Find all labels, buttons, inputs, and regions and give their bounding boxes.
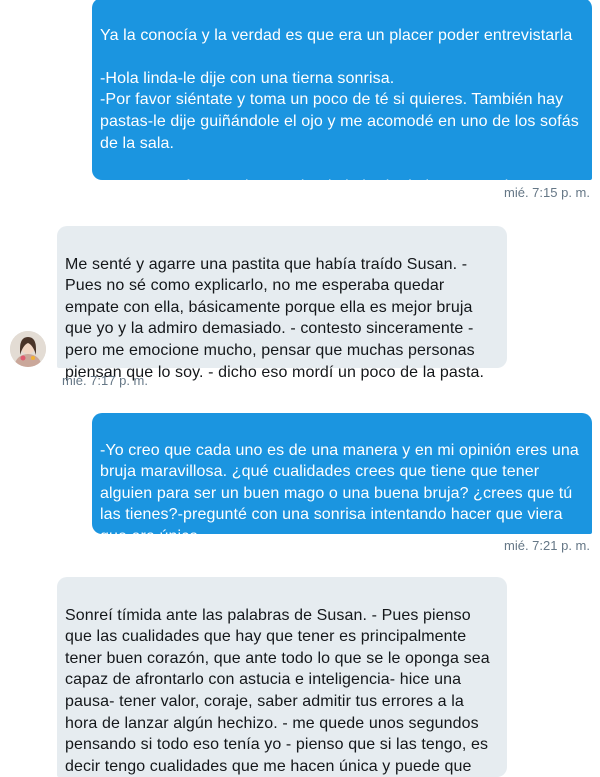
- outgoing-message-bubble[interactable]: Ya la conocía y la verdad es que era un …: [92, 0, 592, 216]
- message-text: -Yo creo que cada uno es de una manera y…: [100, 441, 579, 545]
- avatar-image: [10, 331, 46, 367]
- incoming-message-bubble[interactable]: Sonreí tímida ante las palabras de Susan…: [57, 577, 507, 777]
- contact-avatar[interactable]: [10, 331, 46, 367]
- message-timestamp: mié. 7:15 p. m.: [504, 185, 590, 200]
- message-text: Me senté y agarre una pastita que había …: [65, 255, 485, 381]
- incoming-message-bubble[interactable]: Me senté y agarre una pastita que había …: [57, 226, 507, 381]
- conversation-thread: Ya la conocía y la verdad es que era un …: [0, 0, 600, 777]
- message-timestamp: mié. 7:17 p. m.: [62, 373, 148, 388]
- message-text: Sonreí tímida ante las palabras de Susan…: [65, 606, 490, 775]
- message-timestamp: mié. 7:21 p. m.: [504, 538, 590, 553]
- outgoing-message-bubble[interactable]: -Yo creo que cada uno es de una manera y…: [92, 413, 592, 545]
